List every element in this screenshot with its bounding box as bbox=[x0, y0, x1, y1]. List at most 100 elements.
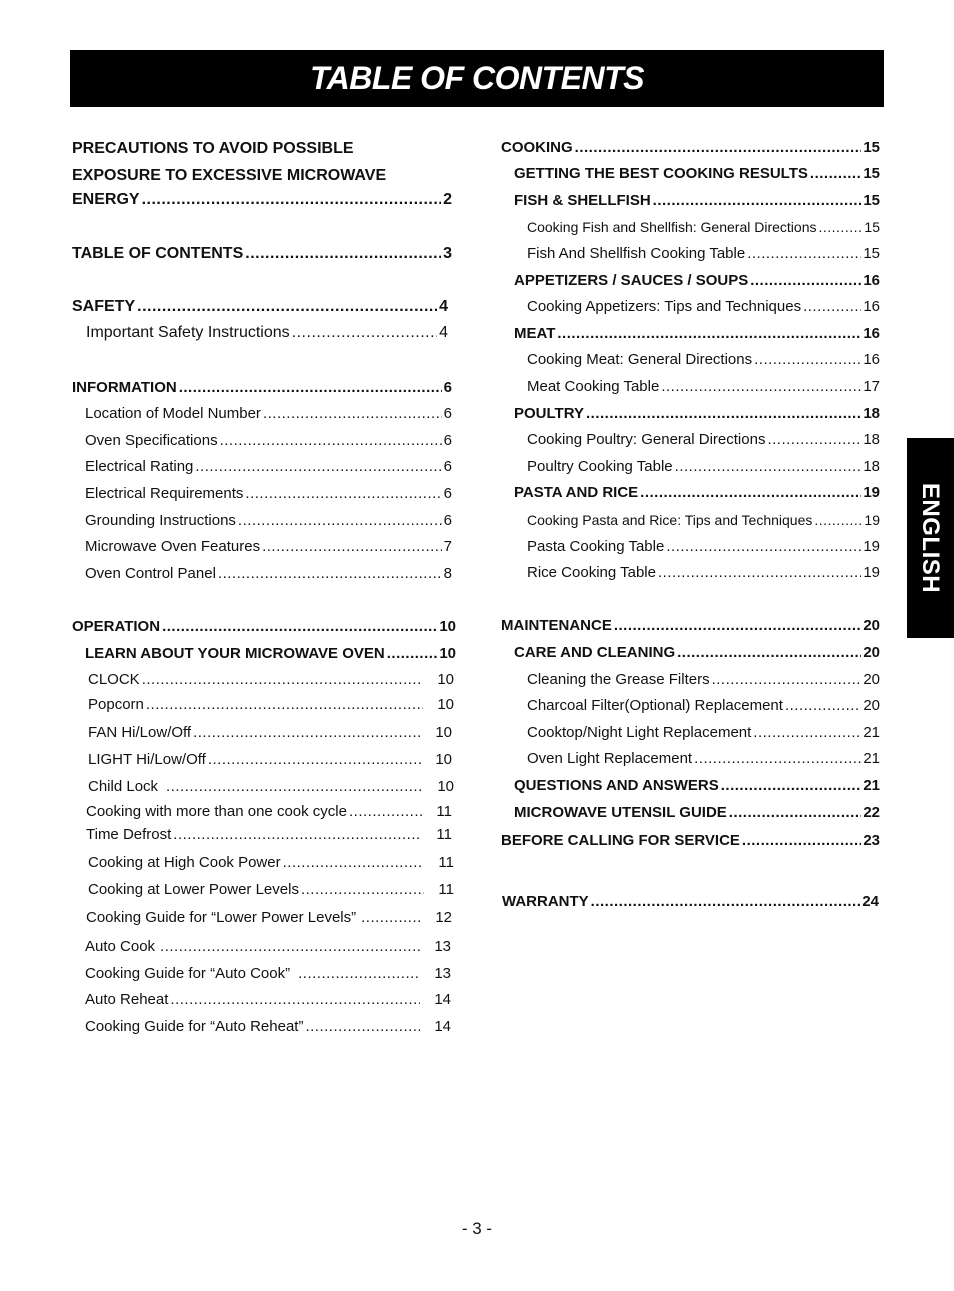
entry-label: INFORMATION bbox=[72, 379, 177, 396]
entry-label: Charcoal Filter(Optional) Replacement bbox=[527, 697, 783, 714]
toc-entry[interactable]: Time Defrost 11 bbox=[86, 826, 452, 843]
entry-label: Cooking Guide for “Lower Power Levels” bbox=[86, 909, 357, 926]
toc-entry[interactable]: Important Safety Instructions 4 bbox=[86, 324, 448, 342]
toc-entry[interactable]: Grounding Instructions 6 bbox=[85, 512, 452, 529]
dot-leader bbox=[661, 378, 861, 395]
dot-leader bbox=[218, 565, 442, 582]
toc-entry[interactable]: Auto Reheat 14 bbox=[85, 991, 451, 1008]
dot-leader bbox=[818, 219, 862, 235]
entry-label: ENERGY bbox=[72, 191, 140, 208]
dot-leader bbox=[245, 245, 441, 263]
entry-label-line: PRECAUTIONS TO AVOID POSSIBLE bbox=[72, 140, 354, 157]
toc-entry[interactable]: CLOCK 10 bbox=[88, 671, 454, 688]
toc-entry[interactable]: Oven Control Panel 8 bbox=[85, 565, 452, 582]
toc-entry[interactable]: Cooking at Lower Power Levels 11 bbox=[88, 881, 454, 898]
toc-entry[interactable]: TABLE OF CONTENTS 3 bbox=[72, 245, 452, 263]
toc-entry[interactable]: Location of Model Number 6 bbox=[85, 405, 452, 422]
toc-entry[interactable]: POULTRY 18 bbox=[514, 405, 880, 422]
toc-entry[interactable]: Cooking Fish and Shellfish: General Dire… bbox=[527, 219, 880, 235]
dot-leader bbox=[301, 881, 424, 898]
toc-entry[interactable]: APPETIZERS / SAUCES / SOUPS 16 bbox=[514, 272, 880, 289]
toc-entry[interactable]: Cooking Poultry: General Directions 18 bbox=[527, 431, 880, 448]
entry-label: Important Safety Instructions bbox=[86, 324, 290, 341]
dot-leader bbox=[753, 724, 861, 741]
entry-page: 6 bbox=[443, 485, 452, 502]
toc-entry[interactable]: FAN Hi/Low/Off 10 bbox=[88, 724, 452, 741]
entry-label: CARE AND CLEANING bbox=[514, 644, 676, 661]
entry-label: Cooking Appetizers: Tips and Techniques bbox=[527, 298, 802, 315]
toc-entry[interactable]: Popcorn 10 bbox=[88, 696, 454, 713]
entry-page: 6 bbox=[443, 512, 452, 529]
toc-entry[interactable]: Pasta Cooking Table 19 bbox=[527, 538, 880, 555]
entry-page: 21 bbox=[863, 777, 880, 794]
dot-leader bbox=[575, 139, 862, 156]
toc-entry[interactable]: FISH & SHELLFISH 15 bbox=[514, 192, 880, 209]
toc-entry[interactable]: Cooking Pasta and Rice: Tips and Techniq… bbox=[527, 512, 880, 528]
toc-entry[interactable]: Rice Cooking Table 19 bbox=[527, 564, 880, 581]
toc-entry[interactable]: Cooking with more than one cook cycle 11 bbox=[86, 803, 452, 820]
entry-page: 14 bbox=[434, 1018, 451, 1035]
entry-label: PASTA AND RICE bbox=[514, 484, 639, 501]
toc-entry[interactable]: Cooking Appetizers: Tips and Techniques 1… bbox=[527, 298, 880, 315]
entry-label: Electrical Requirements bbox=[85, 485, 244, 502]
toc-entry[interactable]: BEFORE CALLING FOR SERVICE 23 bbox=[501, 832, 880, 849]
toc-entry[interactable]: COOKING 15 bbox=[501, 139, 880, 156]
toc-entry[interactable]: Oven Specifications 6 bbox=[85, 432, 452, 449]
toc-entry[interactable]: Charcoal Filter(Optional) Replacement 20 bbox=[527, 697, 880, 714]
entry-label: Cooking Poultry: General Directions bbox=[527, 431, 766, 448]
toc-entry[interactable]: Electrical Requirements 6 bbox=[85, 485, 452, 502]
toc-entry[interactable]: Cooking Guide for “Lower Power Levels” 12 bbox=[86, 909, 452, 926]
entry-label: WARRANTY bbox=[502, 893, 589, 910]
toc-entry[interactable]: Cooktop/Night Light Replacement 21 bbox=[527, 724, 880, 741]
toc-entry[interactable]: Child Lock 10 bbox=[88, 778, 454, 795]
toc-entry[interactable]: Fish And Shellfish Cooking Table 15 bbox=[527, 245, 880, 262]
toc-entry[interactable]: Meat Cooking Table 17 bbox=[527, 378, 880, 395]
entry-label: LEARN ABOUT YOUR MICROWAVE OVEN bbox=[85, 645, 385, 662]
dot-leader bbox=[653, 192, 862, 209]
toc-entry[interactable]: Cooking at High Cook Power 11 bbox=[88, 854, 454, 871]
toc-entry[interactable]: Cooking Guide for “Auto Reheat” 14 bbox=[85, 1018, 451, 1035]
toc-entry[interactable]: PASTA AND RICE 19 bbox=[514, 484, 880, 501]
entry-label: Meat Cooking Table bbox=[527, 378, 660, 395]
toc-entry-energy[interactable]: ENERGY 2 bbox=[72, 191, 452, 209]
entry-label: Poultry Cooking Table bbox=[527, 458, 673, 475]
toc-entry[interactable]: Electrical Rating 6 bbox=[85, 458, 452, 475]
entry-label: Grounding Instructions bbox=[85, 512, 236, 529]
toc-entry[interactable]: MICROWAVE UTENSIL GUIDE 22 bbox=[514, 804, 880, 821]
toc-entry[interactable]: MEAT 16 bbox=[514, 325, 880, 342]
entry-label: Microwave Oven Features bbox=[85, 538, 261, 555]
toc-entry[interactable]: LEARN ABOUT YOUR MICROWAVE OVEN 10 bbox=[85, 645, 456, 662]
toc-entry[interactable]: LIGHT Hi/Low/Off 10 bbox=[88, 751, 452, 768]
dot-leader bbox=[193, 724, 421, 741]
toc-entry[interactable]: Poultry Cooking Table 18 bbox=[527, 458, 880, 475]
entry-page: 18 bbox=[863, 405, 880, 422]
entry-page: 11 bbox=[436, 803, 452, 820]
entry-label: Oven Specifications bbox=[85, 432, 218, 449]
toc-entry[interactable]: WARRANTY 24 bbox=[502, 893, 879, 910]
toc-entry[interactable]: Cleaning the Grease Filters 20 bbox=[527, 671, 880, 688]
entry-page: 16 bbox=[863, 298, 880, 315]
toc-entry[interactable]: Cooking Guide for “Auto Cook” 13 bbox=[85, 965, 451, 982]
toc-entry[interactable]: Cooking Meat: General Directions 16 bbox=[527, 351, 880, 368]
toc-entry[interactable]: OPERATION 10 bbox=[72, 618, 456, 635]
entry-label: Cooking with more than one cook cycle bbox=[86, 803, 347, 820]
toc-entry[interactable]: MAINTENANCE 20 bbox=[501, 617, 880, 634]
toc-entry[interactable]: Auto Cook 13 bbox=[85, 938, 451, 955]
dot-leader bbox=[591, 893, 861, 910]
entry-page: 10 bbox=[437, 778, 454, 795]
toc-entry[interactable]: CARE AND CLEANING 20 bbox=[514, 644, 880, 661]
entry-label: BEFORE CALLING FOR SERVICE bbox=[501, 832, 740, 849]
entry-label: Cooking at Lower Power Levels bbox=[88, 881, 299, 898]
entry-page: 4 bbox=[439, 298, 448, 315]
toc-entry[interactable]: Oven Light Replacement 21 bbox=[527, 750, 880, 767]
dot-leader bbox=[166, 778, 423, 795]
toc-entry[interactable]: GETTING THE BEST COOKING RESULTS 15 bbox=[514, 165, 880, 182]
dot-leader bbox=[747, 245, 861, 262]
toc-entry-precautions[interactable]: PRECAUTIONS TO AVOID POSSIBLE EXPOSURE T… bbox=[72, 135, 386, 189]
toc-entry[interactable]: QUESTIONS AND ANSWERS 21 bbox=[514, 777, 880, 794]
toc-entry[interactable]: INFORMATION 6 bbox=[72, 379, 452, 396]
entry-label: Cooking Guide for “Auto Reheat” bbox=[85, 1018, 304, 1035]
toc-entry[interactable]: SAFETY 4 bbox=[72, 298, 448, 316]
entry-label: POULTRY bbox=[514, 405, 584, 422]
toc-entry[interactable]: Microwave Oven Features 7 bbox=[85, 538, 452, 555]
